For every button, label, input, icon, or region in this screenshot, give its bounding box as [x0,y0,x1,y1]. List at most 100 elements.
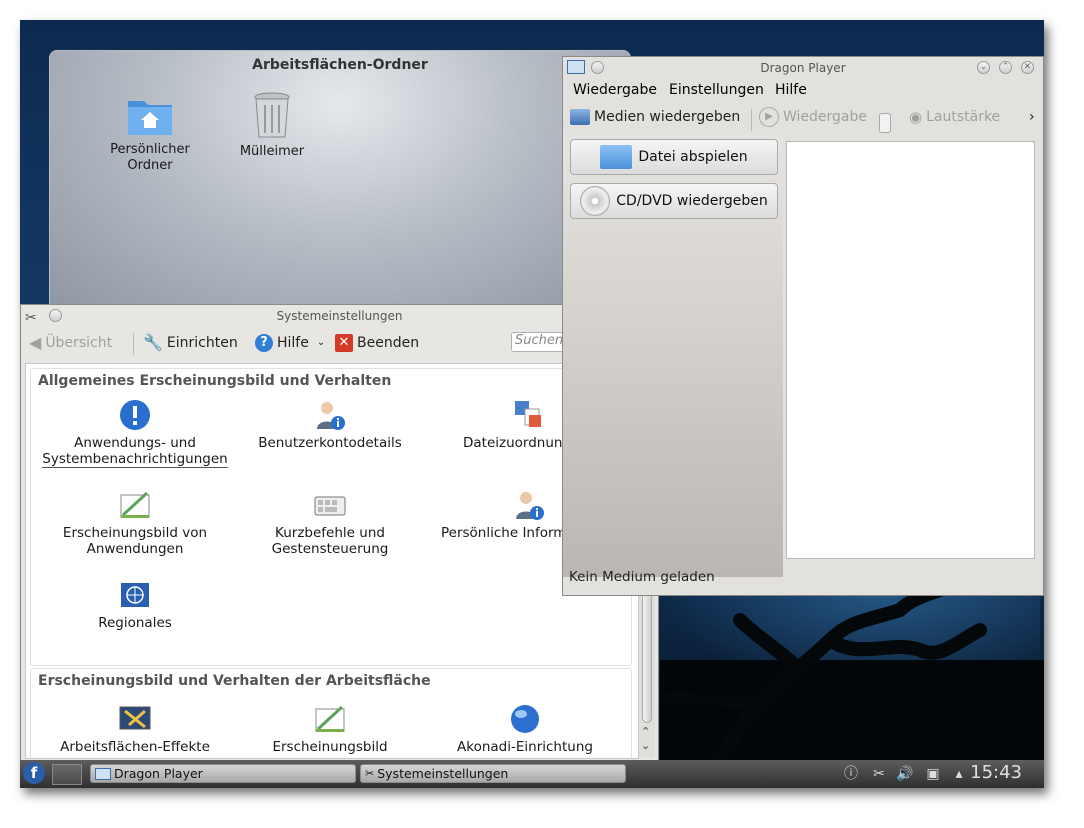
user-info-icon [314,399,346,431]
desktop-item-label: Persönlicher [110,142,190,157]
module-label: Gestensteuerung [271,541,389,557]
toolbar-more-button[interactable]: › [1029,107,1035,127]
menu-playback[interactable]: Wiedergabe [573,82,657,98]
dragon-titlebar[interactable]: Dragon Player ⌄ ⌃ ✕ [563,57,1043,79]
module-app-appearance[interactable]: Erscheinungsbild von Anwendungen [35,489,235,557]
module-akonadi[interactable]: Akonadi-Einrichtung [425,703,625,755]
window-menu-button[interactable] [49,309,62,322]
overview-label: Übersicht [45,335,113,351]
dragon-window-title: Dragon Player [760,61,846,75]
play-disc-label: CD/DVD wiedergeben [616,193,768,209]
desktop-effects-icon [119,703,151,735]
akonadi-icon [509,703,541,735]
media-icon [570,109,590,125]
desktop-item-trash[interactable]: Mülleimer [217,91,327,160]
notification-icon [119,399,151,431]
status-text: Kein Medium geladen [569,569,715,585]
network-icon[interactable]: ▣ [924,765,942,783]
volume-icon[interactable]: 🔊 [896,765,914,783]
settings-window-title: Systemeinstellungen [276,309,403,323]
scroll-up-icon[interactable]: ⌃ [641,725,650,738]
section-workspace: Erscheinungsbild und Verhalten der Arbei… [30,668,632,758]
module-label: Anwendungen [86,541,184,557]
desktop-item-label: Ordner [127,158,173,173]
file-associations-icon [513,399,545,431]
play-media-label: Medien wiedergeben [594,109,741,125]
desktop-item-home-folder[interactable]: Persönlicher Ordner [95,95,205,174]
clock[interactable]: 15:43 [970,762,1022,783]
wrench-icon: 🔧 [143,333,163,352]
tools-icon: ✂ [365,767,375,780]
configure-button[interactable]: 🔧 Einrichten [143,333,238,353]
dragon-player-window: Dragon Player ⌄ ⌃ ✕ Wiedergabe Einstellu… [562,56,1044,596]
fedora-launcher-icon[interactable]: f [23,762,45,784]
folder-view-title: Arbeitsflächen-Ordner [252,57,428,73]
home-folder-icon [128,101,172,135]
module-notifications[interactable]: Anwendungs- und Systembenachrichtigungen [35,399,235,468]
pager[interactable] [52,764,82,785]
volume-icon: ◉ [909,108,923,126]
close-icon: ✕ [335,334,353,352]
module-regional[interactable]: Regionales [35,579,235,631]
disc-icon [580,186,611,216]
module-label: Akonadi-Einrichtung [457,739,593,755]
module-label: Erscheinungsbild von [62,525,208,541]
play-file-button[interactable]: Datei abspielen [570,139,778,175]
playback-label: Wiedergabe [783,109,868,125]
menu-settings[interactable]: Einstellungen [669,82,764,98]
scissors-icon[interactable]: ✂ [870,765,888,783]
task-system-settings[interactable]: ✂ Systemeinstellungen [360,764,626,783]
settings-content: Allgemeines Erscheinungsbild und Verhalt… [25,363,639,759]
tools-icon[interactable]: ✂ [25,307,37,329]
module-label: Erscheinungsbild [272,739,388,755]
dragon-menubar: Wiedergabe Einstellungen Hilfe [563,79,1043,103]
minimize-button[interactable]: ⌄ [977,61,990,74]
appearance-icon [119,489,151,521]
task-dragon-player[interactable]: Dragon Player [90,764,356,783]
toolbar-divider [751,109,752,131]
quit-button[interactable]: ✕ Beenden [335,333,419,353]
app-icon[interactable] [567,60,585,74]
back-arrow-icon: ◀ [29,333,42,352]
quit-label: Beenden [357,335,420,351]
module-user-account[interactable]: Benutzerkontodetails [230,399,430,451]
folder-icon [600,145,633,169]
close-button[interactable]: ✕ [1021,61,1034,74]
module-label: Anwendungs- und [74,435,196,451]
video-area[interactable] [786,141,1035,559]
module-label: Benutzerkontodetails [258,435,402,451]
section-title: Erscheinungsbild und Verhalten der Arbei… [38,673,431,689]
task-label: Dragon Player [114,766,203,781]
help-button[interactable]: ? Hilfe ⌄ [255,333,325,353]
info-icon[interactable]: ⓘ [842,765,860,783]
play-file-label: Datei abspielen [638,149,748,165]
app-icon [95,767,111,780]
volume-label: Lautstärke [926,109,1001,125]
play-disc-button[interactable]: CD/DVD wiedergeben [570,183,778,219]
playback-button[interactable]: ▶ Wiedergabe [759,107,867,127]
scroll-down-icon[interactable]: ⌄ [641,739,650,752]
wallpaper-tree [660,583,987,760]
window-menu-button[interactable] [591,61,604,74]
module-label: Kurzbefehle und [275,525,385,541]
menu-help[interactable]: Hilfe [775,82,807,98]
dragon-toolbar: Medien wiedergeben ▶ Wiedergabe ◉ Lautst… [563,103,1043,133]
taskbar: f Dragon Player ✂ Systemeinstellungen ⓘ … [20,760,1044,788]
volume-button[interactable]: ◉ Lautstärke [909,107,1000,127]
keyboard-icon [314,489,346,521]
module-desktop-effects[interactable]: Arbeitsflächen-Effekte [35,703,235,755]
globe-flag-icon [119,579,151,611]
seek-slider[interactable] [879,113,891,133]
configure-label: Einrichten [166,335,238,351]
maximize-button[interactable]: ⌃ [999,61,1012,74]
expand-tray-icon[interactable]: ▴ [950,765,968,783]
overview-button[interactable]: ◀ Übersicht [29,333,112,353]
trash-icon [254,92,290,138]
section-title: Allgemeines Erscheinungsbild und Verhalt… [38,373,392,389]
module-workspace-appearance[interactable]: Erscheinungsbild [230,703,430,755]
section-general: Allgemeines Erscheinungsbild und Verhalt… [30,368,632,666]
module-shortcuts[interactable]: Kurzbefehle und Gestensteuerung [230,489,430,557]
module-label: Systembenachrichtigungen [42,451,228,468]
play-icon: ▶ [759,107,779,127]
play-media-button[interactable]: Medien wiedergeben [570,107,740,127]
